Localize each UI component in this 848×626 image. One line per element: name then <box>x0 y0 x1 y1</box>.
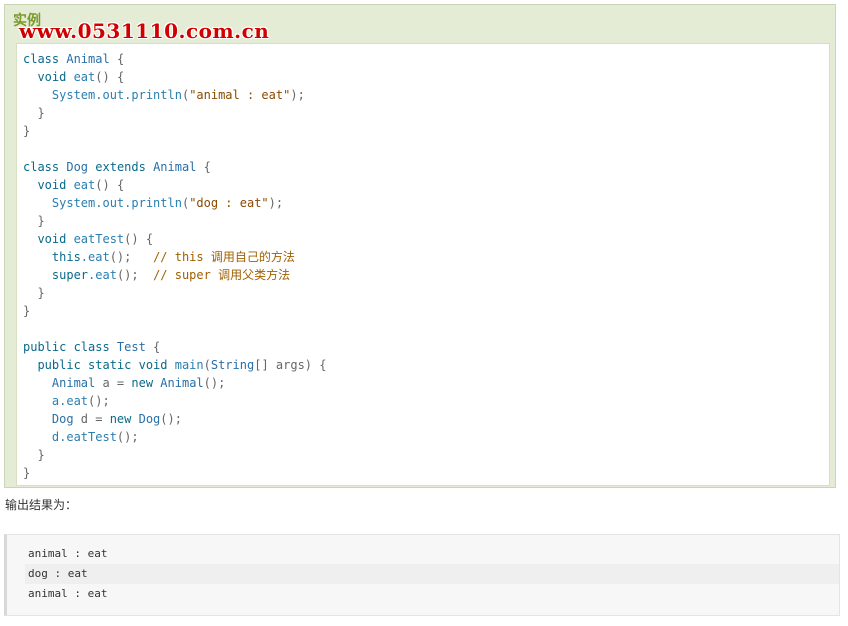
code-token: eat <box>73 178 96 192</box>
code-token: (); <box>203 376 226 390</box>
code-token: } <box>23 286 45 300</box>
code-line: void eat() { <box>23 176 326 194</box>
code-token: public class <box>23 340 117 354</box>
code-token: d.eatTest <box>23 430 117 444</box>
code-token: () { <box>124 232 154 246</box>
code-line: } <box>23 284 326 302</box>
code-token: a = <box>102 376 132 390</box>
code-token: (); <box>88 394 110 408</box>
code-line: a.eat(); <box>23 392 326 410</box>
code-line: void eatTest() { <box>23 230 326 248</box>
code-token: class <box>23 160 67 174</box>
code-token: // this <box>153 250 211 264</box>
code-line: super.eat(); // super 调用父类方法 <box>23 266 326 284</box>
code-token: a.eat <box>23 394 89 408</box>
code-line: System.out.println("dog : eat"); <box>23 194 326 212</box>
code-token: } <box>23 304 31 318</box>
code-line: System.out.println("animal : eat"); <box>23 86 326 104</box>
code-token: Animal <box>23 376 103 390</box>
code-token: Test <box>116 340 146 354</box>
code-token: this <box>23 250 81 264</box>
code-token: eatTest <box>73 232 125 246</box>
code-line: } <box>23 464 326 482</box>
code-token: Animal <box>66 52 110 66</box>
code-token: { <box>196 160 211 174</box>
code-token: } <box>23 448 45 462</box>
code-token: ( <box>203 358 211 372</box>
code-token: } <box>23 124 31 138</box>
output-line: dog : eat <box>25 564 839 584</box>
code-token: } <box>23 106 45 120</box>
code-token: 调用父类方法 <box>218 268 291 282</box>
output-line: animal : eat <box>28 587 108 600</box>
output-label: 输出结果为： <box>5 498 78 512</box>
code-token: () { <box>95 178 125 192</box>
code-token: extends <box>95 160 154 174</box>
code-token: (); <box>109 250 154 264</box>
code-token: super <box>23 268 89 282</box>
code-token: Dog <box>138 412 161 426</box>
code-line: this.eat(); // this 调用自己的方法 <box>23 248 326 266</box>
code-line: } <box>23 122 326 140</box>
code-line: Dog d = new Dog(); <box>23 410 326 428</box>
code-token: Dog <box>66 160 96 174</box>
code-line: Animal a = new Animal(); <box>23 374 326 392</box>
code-token: "animal : eat" <box>189 88 291 102</box>
code-token: new <box>109 412 139 426</box>
code-line: } <box>23 446 326 464</box>
code-token: (); <box>160 412 182 426</box>
code-token: Animal <box>153 160 197 174</box>
code-line: class Animal { <box>23 50 326 68</box>
code-token: (); <box>116 430 139 444</box>
code-token: Dog <box>23 412 81 426</box>
code-token: eat <box>73 70 96 84</box>
code-token: class <box>23 52 67 66</box>
code-line: } <box>23 212 326 230</box>
code-token: { <box>145 340 161 354</box>
code-line: d.eatTest(); <box>23 428 326 446</box>
code-line: } <box>23 302 326 320</box>
code-line: public static void main(String[] args) { <box>23 356 326 374</box>
code-token: ); <box>290 88 305 102</box>
code-token: .eat <box>80 250 110 264</box>
example-box: 实例 www.0531110.com.cn class Animal { voi… <box>4 4 836 488</box>
code-token: () { <box>95 70 125 84</box>
code-line: void eat() { <box>23 68 326 86</box>
code-token: String <box>210 358 255 372</box>
code-token: // super <box>153 268 219 282</box>
code-token: d = <box>80 412 110 426</box>
code-token: void <box>23 70 74 84</box>
code-token: ); <box>268 196 284 210</box>
code-token: } <box>23 466 31 480</box>
code-token: Animal <box>160 376 204 390</box>
output-line: animal : eat <box>28 547 108 560</box>
code-token: "dog : eat" <box>189 196 269 210</box>
code-panel: class Animal { void eat() { System.out.p… <box>16 43 830 486</box>
code-token: 调用自己的方法 <box>210 250 295 264</box>
code-token: new <box>131 376 161 390</box>
code-block: class Animal { void eat() { System.out.p… <box>23 50 326 482</box>
code-token: void <box>23 232 74 246</box>
code-token: System.out.println <box>23 196 182 210</box>
watermark: www.0531110.com.cn <box>19 19 270 43</box>
code-token: (); <box>116 268 154 282</box>
code-line: class Dog extends Animal { <box>23 158 326 176</box>
output-box: animal : eat dog : eat animal : eat <box>4 534 840 616</box>
code-token: .eat <box>88 268 117 282</box>
code-token: } <box>23 214 45 228</box>
code-token: [] args) { <box>254 358 327 372</box>
code-token: main <box>174 358 204 372</box>
code-token: System.out.println <box>23 88 182 102</box>
code-token: public static void <box>23 358 175 372</box>
code-token: { <box>109 52 125 66</box>
code-line: public class Test { <box>23 338 326 356</box>
code-line: } <box>23 104 326 122</box>
code-token: void <box>23 178 74 192</box>
